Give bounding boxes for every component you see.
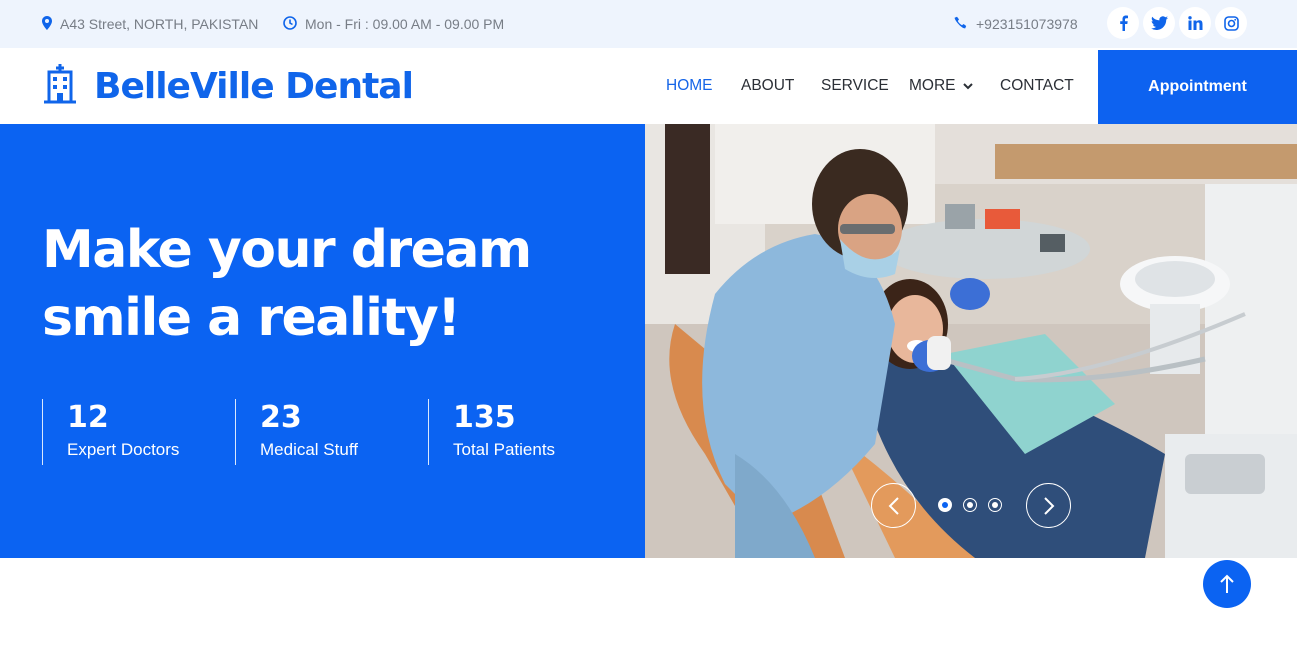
nav-more-dropdown[interactable]: MORE [909,48,973,124]
carousel-dot-1[interactable] [938,498,952,512]
stat-total-patients: 135 Total Patients [428,399,555,465]
stat-value: 12 [67,400,109,435]
hero-panel: Make your dream smile a reality! 12 Expe… [0,124,645,558]
stat-value: 135 [453,400,516,435]
arrow-up-icon [1219,574,1235,594]
brand-logo-link[interactable]: BelleVille Dental [42,48,414,124]
phone-text: +923151073978 [976,16,1078,32]
address-info: A43 Street, NORTH, PAKISTAN [42,0,258,48]
address-text: A43 Street, NORTH, PAKISTAN [60,16,259,32]
nav-more-label: MORE [909,77,956,94]
chevron-left-icon [888,496,900,515]
hero-headline-line2: smile a reality! [42,288,461,348]
social-links [1107,7,1247,39]
top-info-bar: A43 Street, NORTH, PAKISTAN Mon - Fri : … [0,0,1297,48]
nav-contact[interactable]: CONTACT [1000,48,1074,124]
carousel-prev-button[interactable] [871,483,916,528]
phone-icon [954,16,976,33]
stat-label: Total Patients [453,440,556,459]
carousel-dot-2[interactable] [963,498,977,512]
hero-headline-line1: Make your dream [42,220,532,280]
hero-carousel-image [645,124,1297,558]
chevron-down-icon [962,82,973,90]
instagram-icon[interactable] [1215,7,1247,39]
clock-icon [283,15,305,33]
chevron-right-icon [1043,496,1055,515]
map-pin-icon [42,15,60,33]
nav-home[interactable]: HOME [666,48,713,124]
stat-expert-doctors: 12 Expert Doctors [42,399,179,465]
appointment-button[interactable]: Appointment [1098,50,1297,124]
nav-service[interactable]: SERVICE [821,48,889,124]
hours-text: Mon - Fri : 09.00 AM - 09.00 PM [305,16,505,32]
stat-value: 23 [260,400,302,435]
stat-label: Expert Doctors [67,440,180,459]
linkedin-icon[interactable] [1179,7,1211,39]
main-navbar: BelleVille Dental HOME ABOUT SERVICE MOR… [0,48,1297,124]
hospital-building-icon [42,63,78,109]
facebook-icon[interactable] [1107,7,1139,39]
stat-label: Medical Stuff [260,440,358,459]
nav-about[interactable]: ABOUT [741,48,794,124]
carousel-next-button[interactable] [1026,483,1071,528]
brand-name: BelleVille Dental [94,65,414,107]
hero-headline: Make your dream smile a reality! [42,216,562,352]
carousel-dot-3[interactable] [988,498,1002,512]
twitter-icon[interactable] [1143,7,1175,39]
back-to-top-button[interactable] [1203,560,1251,608]
stat-medical-stuff: 23 Medical Stuff [235,399,358,465]
phone-info[interactable]: +923151073978 [954,0,1078,48]
dentist-patient-photo [645,124,1297,558]
hours-info: Mon - Fri : 09.00 AM - 09.00 PM [283,0,504,48]
